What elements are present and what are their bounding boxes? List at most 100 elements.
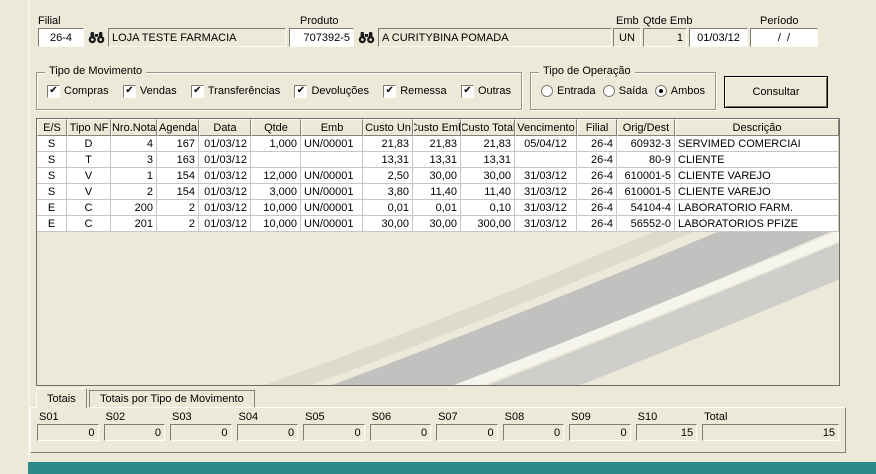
checkbox-transferências[interactable]: ✔ Transferências — [191, 85, 280, 98]
emb-label: Emb — [616, 15, 639, 27]
filial-code-input[interactable] — [38, 28, 84, 47]
qtde-emb-field — [643, 28, 687, 47]
grid-cell: 167 — [157, 136, 199, 152]
filial-label: Filial — [38, 15, 61, 27]
grid-cell: E — [37, 200, 67, 216]
radio-saída[interactable]: Saída — [603, 85, 648, 97]
grid-cell: S — [37, 152, 67, 168]
grid-cell: 1 — [111, 168, 157, 184]
checkbox-label: Devoluções — [311, 85, 368, 97]
grid-cell: 01/03/12 — [199, 136, 251, 152]
grid-header-cell[interactable]: Orig/Dest — [617, 119, 675, 136]
checkbox-outras[interactable]: ✔ Outras — [461, 85, 511, 98]
grid-cell: C — [67, 216, 111, 232]
grid-cell: 30,00 — [363, 216, 413, 232]
grid-cell: 10,000 — [251, 200, 301, 216]
grid-cell: 610001-5 — [617, 168, 675, 184]
checkbox-vendas[interactable]: ✔Vendas — [123, 85, 177, 98]
movement-query-window: { "colors": { "window_bg": "#ece9d8", "s… — [0, 0, 876, 474]
grid-row[interactable]: SV115401/03/1212,000UN/000012,5030,0030,… — [37, 168, 839, 184]
checkbox-label: Transferências — [208, 85, 280, 97]
tipo-operacao-groupbox: Tipo de Operação EntradaSaídaAmbos — [530, 72, 716, 110]
total-field-value: 15 — [702, 424, 839, 441]
grid-cell: 13,31 — [413, 152, 461, 168]
filial-lookup-button[interactable] — [86, 28, 106, 47]
grid-cell: LABORATORIOS PFIZE — [675, 216, 839, 232]
checkmark-icon: ✔ — [461, 85, 474, 98]
grid-cell: CLIENTE — [675, 152, 839, 168]
periodo-from-input[interactable] — [689, 28, 748, 47]
grid-header-cell[interactable]: Filial — [577, 119, 617, 136]
grid-cell: 3,80 — [363, 184, 413, 200]
checkbox-compras[interactable]: ✔Compras — [47, 85, 109, 98]
grid-cell: 26-4 — [577, 168, 617, 184]
total-field-label: S06 — [370, 411, 432, 423]
radio-label: Ambos — [671, 85, 705, 97]
grid-cell: 80-9 — [617, 152, 675, 168]
grid-header-cell[interactable]: Nro.Nota — [111, 119, 157, 136]
grid-cell: 2 — [157, 216, 199, 232]
grid-row[interactable]: SD416701/03/121,000UN/0000121,8321,8321,… — [37, 136, 839, 152]
radio-circle-icon — [541, 85, 553, 97]
grid-cell: 0,01 — [363, 200, 413, 216]
total-field-s07: S070 — [436, 411, 498, 441]
grid-header-cell[interactable]: Qtde — [251, 119, 301, 136]
grid-header-cell[interactable]: Vencimento — [515, 119, 577, 136]
grid-cell: S — [37, 168, 67, 184]
tab-totais-por-tipo-movimento[interactable]: Totais por Tipo de Movimento — [89, 390, 255, 407]
background-swoosh — [37, 232, 840, 385]
grid-cell: 31/03/12 — [515, 168, 577, 184]
tipo-movimento-groupbox: Tipo de Movimento ✔Compras✔Vendas✔Transf… — [36, 72, 522, 110]
consultar-button[interactable]: Consultar — [724, 76, 828, 108]
checkbox-remessa[interactable]: ✔Remessa — [383, 85, 446, 98]
total-field-value: 0 — [170, 424, 232, 441]
grid-cell: 56552-0 — [617, 216, 675, 232]
grid-cell: 01/03/12 — [199, 200, 251, 216]
produto-code-input[interactable] — [289, 28, 354, 47]
grid-row[interactable]: ST316301/03/1213,3113,3113,3126-480-9CLI… — [37, 152, 839, 168]
grid-header-cell[interactable]: Data — [199, 119, 251, 136]
grid-header-cell[interactable]: E/S — [37, 119, 67, 136]
grid-header-cell[interactable]: Emb — [301, 119, 363, 136]
checkbox-label: Outras — [478, 85, 511, 97]
grid-cell: 163 — [157, 152, 199, 168]
totais-panel: S010S020S030S040S050S060S070S080S090S101… — [30, 407, 846, 453]
total-field-s08: S080 — [503, 411, 565, 441]
total-field-label: S07 — [436, 411, 498, 423]
radio-ambos[interactable]: Ambos — [655, 85, 705, 97]
grid-empty-area — [37, 232, 839, 385]
periodo-label: Período — [760, 15, 799, 27]
grid-row[interactable]: SV215401/03/123,000UN/000013,8011,4011,4… — [37, 184, 839, 200]
movements-grid: E/STipo NFNro.NotaAgendaDataQtdeEmbCusto… — [36, 118, 840, 386]
grid-cell: 26-4 — [577, 184, 617, 200]
grid-cell: V — [67, 184, 111, 200]
grid-header-cell[interactable]: Tipo NF — [67, 119, 111, 136]
grid-cell: S — [37, 136, 67, 152]
grid-row[interactable]: EC201201/03/1210,000UN/0000130,0030,0030… — [37, 216, 839, 232]
total-field-value: 0 — [569, 424, 631, 441]
grid-cell: 54104-4 — [617, 200, 675, 216]
radio-entrada[interactable]: Entrada — [541, 85, 596, 97]
grid-cell: 3,000 — [251, 184, 301, 200]
periodo-to-input[interactable] — [750, 28, 818, 47]
grid-header-cell[interactable]: Custo Un — [363, 119, 413, 136]
grid-header-cell[interactable]: Custo Emb — [413, 119, 461, 136]
total-field-label: S08 — [503, 411, 565, 423]
checkbox-label: Vendas — [140, 85, 177, 97]
tab-totais[interactable]: Totais — [36, 388, 87, 408]
grid-cell: 26-4 — [577, 200, 617, 216]
grid-header-cell[interactable]: Agenda — [157, 119, 199, 136]
checkbox-devoluções[interactable]: ✔Devoluções — [294, 85, 368, 98]
grid-cell: 21,83 — [461, 136, 515, 152]
produto-lookup-button[interactable] — [356, 28, 376, 47]
tipo-operacao-title: Tipo de Operação — [539, 65, 635, 77]
grid-cell: 26-4 — [577, 216, 617, 232]
grid-row[interactable]: EC200201/03/1210,000UN/000010,010,010,10… — [37, 200, 839, 216]
checkmark-icon: ✔ — [191, 85, 204, 98]
total-field-value: 15 — [636, 424, 698, 441]
grid-header-cell[interactable]: Custo Total — [461, 119, 515, 136]
grid-header-cell[interactable]: Descrição — [675, 119, 839, 136]
checkbox-label: Remessa — [400, 85, 446, 97]
grid-cell: 1,000 — [251, 136, 301, 152]
grid-cell: 4 — [111, 136, 157, 152]
